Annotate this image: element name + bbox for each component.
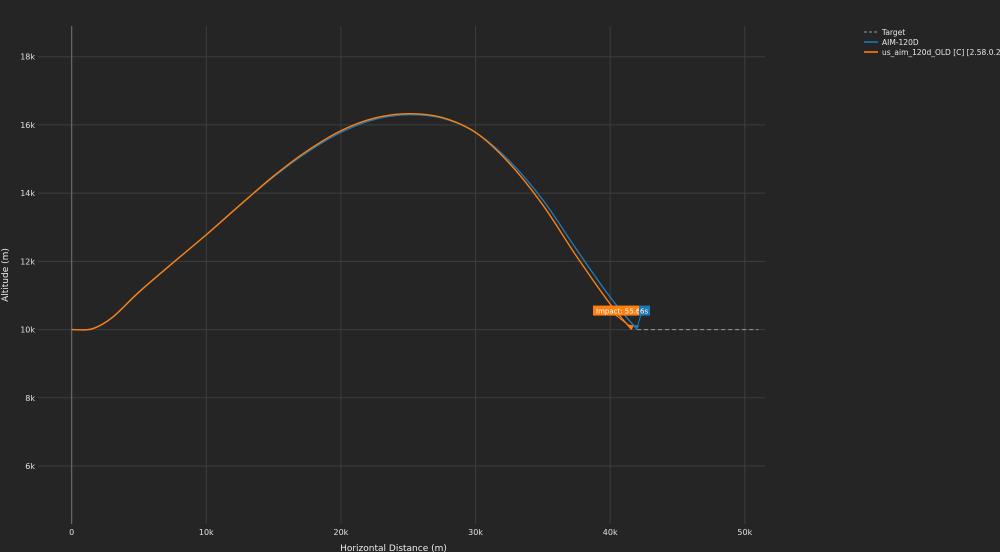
legend-item[interactable]: us_aim_120d_OLD [C] [2.58.0.24] (864, 48, 1000, 57)
x-tick-label: 50k (737, 528, 752, 537)
chart-background (0, 0, 1000, 552)
y-tick-label: 8k (25, 394, 35, 403)
y-tick-label: 12k (20, 257, 35, 266)
impact-label-old: Impact: 55.6s (593, 305, 644, 316)
x-tick-label: 20k (334, 528, 349, 537)
impact-label-new: 6s (639, 305, 650, 316)
y-tick-label: 14k (20, 189, 35, 198)
y-axis-title: Altitude (m) (1, 248, 11, 302)
y-tick-label: 10k (20, 326, 35, 335)
x-tick-label: 30k (468, 528, 483, 537)
legend-label: us_aim_120d_OLD [C] [2.58.0.24] (882, 48, 1000, 57)
y-tick-label: 16k (20, 121, 35, 130)
legend-label: AIM-120D (882, 38, 919, 47)
x-tick-label: 10k (199, 528, 214, 537)
y-tick-label: 6k (25, 462, 35, 471)
trajectory-chart: 0 10k 20k 30k 40k 50k 6k 8k 10k 12k 14k 16k 18k Horiz… (0, 0, 1000, 552)
impact-label-text: 6s (640, 308, 648, 316)
x-tick-label: 0 (69, 528, 74, 537)
impact-label-text: Impact: 55.6s (596, 308, 644, 316)
legend-label: Target (881, 28, 905, 37)
x-axis-title: Horizontal Distance (m) (340, 544, 447, 552)
y-tick-label: 18k (20, 53, 35, 62)
x-tick-label: 40k (603, 528, 618, 537)
